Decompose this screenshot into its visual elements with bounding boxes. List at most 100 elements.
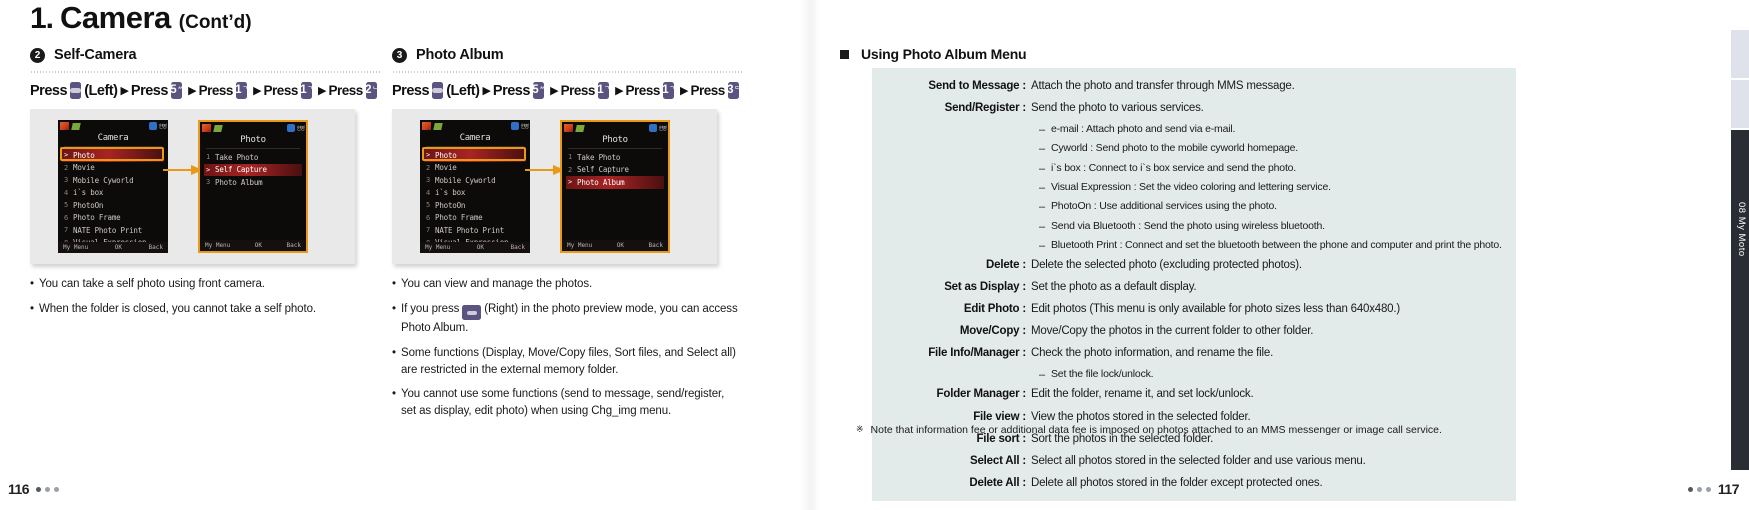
menu-subentry: – e-mail : Attach photo and send via e-ma…: [884, 123, 1502, 137]
softkey-left[interactable]: My Menu: [205, 242, 230, 249]
press-word: Press: [560, 83, 596, 98]
key-main: 5: [170, 83, 177, 96]
footnote: ※ Note that information fee or additiona…: [856, 424, 1442, 436]
key-sub: ᄀ: [307, 86, 313, 93]
key-main: 1: [235, 83, 242, 96]
phone-menu-item[interactable]: 2 Self Capture: [566, 164, 664, 177]
item-index: 5: [426, 201, 431, 210]
item-index: 5: [64, 201, 69, 210]
phone-menu-item[interactable]: > Self Capture: [204, 163, 302, 176]
arrow-icon: ▶: [253, 85, 262, 97]
key-3-icon: 3ᄃ: [727, 82, 739, 99]
item-index: 1: [568, 153, 573, 162]
right-panel-header: Using Photo Album Menu: [840, 46, 1027, 62]
phone-menu-item[interactable]: 4 i`s box: [424, 187, 526, 200]
key-1-icon: 1ᄀ: [662, 82, 675, 99]
softkey-center[interactable]: OK: [115, 244, 122, 251]
phone-menu-item[interactable]: 3 Mobile Cyworld: [424, 174, 526, 187]
page-number: 117: [1717, 481, 1740, 497]
phone-menu-item[interactable]: > Photo: [424, 149, 526, 162]
press-word: Press: [690, 83, 726, 98]
phone-menu-item[interactable]: 1 Take Photo: [204, 151, 302, 164]
menu-subentry-text: Visual Expression : Set the video colori…: [1051, 180, 1331, 193]
chapter-side-tab: 08 My Moto: [1731, 30, 1749, 470]
menu-subentry: – Cyworld : Send photo to the mobile cywo…: [884, 142, 1502, 156]
dash-icon: –: [1039, 201, 1046, 214]
ime-indicator: 한영: [158, 123, 167, 130]
menu-entry-value: View the photos stored in the selected f…: [1031, 410, 1251, 423]
softkey-left[interactable]: My Menu: [567, 242, 592, 249]
item-index: >: [64, 151, 69, 160]
phone-menu-item[interactable]: 5 PhotoOn: [62, 199, 164, 212]
flow-arrow-icon: [163, 165, 203, 175]
softkey-left[interactable]: My Menu: [425, 244, 450, 251]
item-index: 3: [426, 176, 431, 185]
menu-subentry-text: PhotoOn : Use additional services using …: [1051, 200, 1277, 213]
item-label: PhotoOn: [73, 200, 104, 210]
item-index: 3: [64, 176, 69, 185]
softkey-center[interactable]: OK: [477, 244, 484, 251]
phone-menu-item[interactable]: 6 Photo Frame: [424, 212, 526, 225]
bullet-dot-icon: •: [30, 302, 34, 315]
divider: [426, 146, 524, 147]
side-tab-segment: [1731, 30, 1749, 78]
softkey-left[interactable]: My Menu: [63, 244, 88, 251]
list-item-text: Some functions (Display, Move/Copy files…: [401, 346, 736, 376]
phone-menu-item[interactable]: 7 NATE Photo Print: [62, 224, 164, 237]
softkey-center[interactable]: OK: [255, 242, 262, 249]
key-main: 1: [597, 83, 604, 96]
item-label: Movie: [435, 163, 457, 173]
phone-menu-item[interactable]: > Photo Album: [566, 176, 664, 189]
phone-menu-item[interactable]: 6 Photo Frame: [62, 212, 164, 225]
phone-menu-item[interactable]: > Photo: [62, 149, 164, 162]
phone-menu-item[interactable]: 7 NATE Photo Print: [424, 224, 526, 237]
menu-entry: Select All : Select all photos stored in…: [884, 454, 1502, 470]
menu-entry: Send to Message : Attach the photo and t…: [884, 79, 1502, 95]
key-sequence-photo-album: Press (Left) ▶ Press 5ᄊ ▶ Press 1ᄀ ▶ Pre…: [392, 82, 742, 99]
list-item-text: You cannot use some functions (send to m…: [401, 388, 725, 417]
phone-menu-item[interactable]: 2 Movie: [62, 162, 164, 175]
menu-entry: Folder Manager : Edit the folder, rename…: [884, 387, 1502, 403]
phone-menu-item[interactable]: 3 Mobile Cyworld: [62, 174, 164, 187]
softkey-right[interactable]: Back: [511, 244, 525, 251]
phone-softkey-bar: My Menu OK Back: [420, 242, 530, 253]
item-label: i`s box: [435, 188, 466, 198]
menu-entry-label: Set as Display :: [944, 281, 1026, 294]
press-word: Press: [392, 82, 430, 99]
menu-subentry-text: Send via Bluetooth : Send the photo usin…: [1051, 219, 1325, 232]
phone-menu-item[interactable]: 3 Photo Album: [204, 176, 302, 189]
bullet-dot-icon: •: [392, 302, 396, 315]
battery-icon: [71, 122, 81, 130]
menu-entry-value: Set the photo as a default display.: [1031, 281, 1197, 294]
phone-screen-title: Photo: [240, 135, 266, 145]
phone-menu-item[interactable]: 1 Take Photo: [566, 151, 664, 164]
phone-status-bar: 한영: [58, 120, 168, 131]
softkey-center[interactable]: OK: [617, 242, 624, 249]
menu-entry-value: Check the photo information, and rename …: [1031, 347, 1274, 360]
menu-entry-value: Delete the selected photo (excluding pro…: [1031, 259, 1302, 272]
key-main: 1: [662, 83, 669, 96]
menu-entry-label: Delete All :: [969, 476, 1026, 489]
item-index: 7: [426, 226, 431, 235]
phone-softkey-bar: My Menu OK Back: [562, 240, 668, 251]
item-label: Mobile Cyworld: [73, 175, 134, 185]
page-title-continued: (Cont’d): [178, 12, 252, 33]
softkey-right[interactable]: Back: [149, 244, 163, 251]
phone-screen-photo-self: 한영 Photo 1 Take Photo > Self Capture 3 Phot…: [198, 120, 308, 253]
nav-key-icon: [70, 82, 82, 99]
page-number-left: 116: [8, 481, 66, 497]
phone-menu-item[interactable]: 5 PhotoOn: [424, 199, 526, 212]
softkey-right[interactable]: Back: [649, 242, 663, 249]
alarm-icon: [648, 124, 657, 132]
bullet-dot-icon: •: [392, 388, 396, 401]
phone-menu-item[interactable]: 2 Movie: [424, 162, 526, 175]
softkey-right[interactable]: Back: [287, 242, 301, 249]
key-2-icon: 2ᄂ: [365, 82, 377, 99]
signal-icon: [422, 122, 431, 130]
side-tab-segment-active: [1731, 130, 1749, 470]
photo-album-menu-box: Send to Message : Attach the photo and t…: [872, 68, 1516, 502]
phone-menu-item[interactable]: 4 i`s box: [62, 187, 164, 200]
phone-screen-camera: 한영 Camera > Photo 2 Movie 3 Mobile Cyworld …: [420, 120, 530, 253]
dash-icon: –: [1039, 369, 1046, 382]
figure-self-camera: 한영 Camera > Photo 2 Movie 3 Mobile Cyworld …: [30, 109, 355, 264]
